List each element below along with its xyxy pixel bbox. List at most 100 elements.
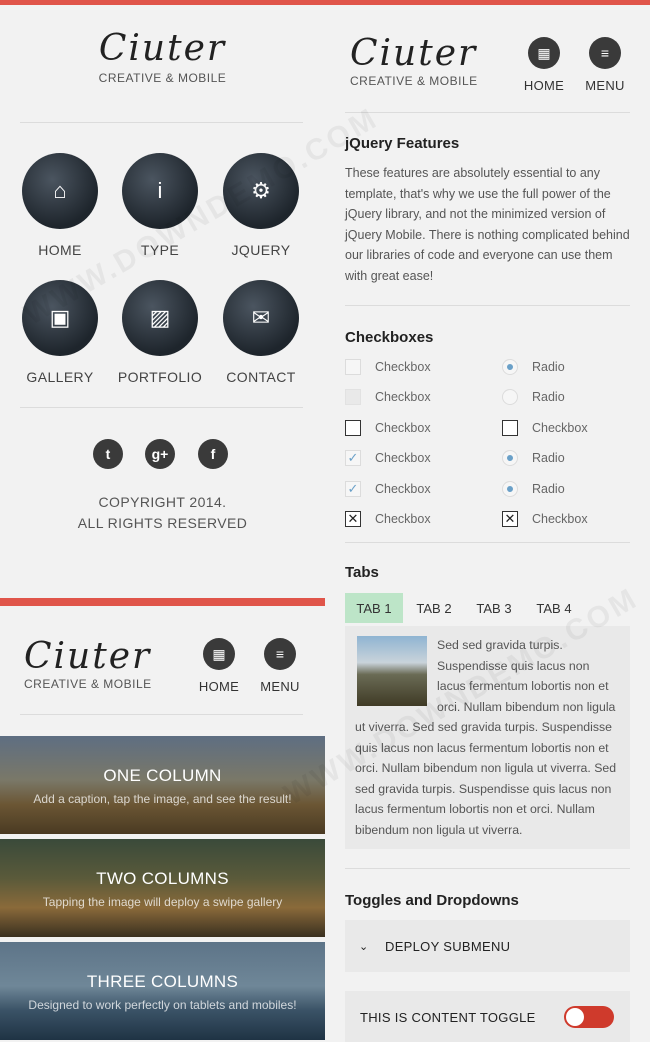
menu-nav-button[interactable]: ≡ MENU <box>573 37 637 93</box>
logo-tagline: CREATIVE & MOBILE <box>350 74 478 88</box>
checkbox-row[interactable]: Checkbox <box>345 389 431 405</box>
checkbox[interactable] <box>502 420 518 436</box>
divider <box>345 542 630 543</box>
menu-logo[interactable]: Ciuter CREATIVE & MOBILE <box>0 28 325 85</box>
gear-icon: ⚙ <box>223 153 299 229</box>
twitter-icon[interactable]: t <box>93 439 123 469</box>
content-toggle-switch[interactable] <box>564 1006 614 1028</box>
copyright: COPYRIGHT 2014. ALL RIGHTS RESERVED <box>0 492 325 534</box>
hamburger-icon: ≡ <box>589 37 621 69</box>
checkbox-row[interactable]: ✓ Checkbox <box>345 481 431 497</box>
grid-icon: ▦ <box>203 638 235 670</box>
hero-three-columns[interactable]: THREE COLUMNS Designed to work perfectly… <box>0 942 325 1040</box>
hero-caption: Designed to work perfectly on tablets an… <box>28 998 297 1012</box>
option-label: Checkbox <box>375 360 431 374</box>
menu-tile-type[interactable]: i TYPE <box>110 153 210 258</box>
home-nav-label: HOME <box>198 679 240 694</box>
menu-tile-label: GALLERY <box>26 369 94 385</box>
radio-button[interactable] <box>502 359 518 375</box>
radio-button[interactable] <box>502 450 518 466</box>
logo-tagline: CREATIVE & MOBILE <box>24 677 152 691</box>
logo-tagline: CREATIVE & MOBILE <box>98 71 227 85</box>
google-plus-icon[interactable]: g+ <box>145 439 175 469</box>
option-label: Checkbox <box>375 482 431 496</box>
jquery-features-title: jQuery Features <box>345 135 460 152</box>
divider <box>20 714 303 715</box>
mail-icon: ✉ <box>223 280 299 356</box>
menu-tile-label: PORTFOLIO <box>117 369 203 385</box>
menu-tile-jquery[interactable]: ⚙ JQUERY <box>211 153 311 258</box>
checkbox[interactable] <box>345 359 361 375</box>
home-nav-label: HOME <box>523 78 565 93</box>
radio-row[interactable]: Radio <box>502 359 565 375</box>
tab-3[interactable]: TAB 3 <box>465 593 523 623</box>
home-nav-button[interactable]: ▦ HOME <box>187 638 251 694</box>
camera-icon: ▣ <box>22 280 98 356</box>
option-label: Radio <box>532 360 565 374</box>
checkbox-row[interactable]: ✕ Checkbox <box>502 511 588 527</box>
toggles-title: Toggles and Dropdowns <box>345 892 519 909</box>
divider <box>345 305 630 306</box>
divider <box>345 112 630 113</box>
radio-row[interactable]: Radio <box>502 450 565 466</box>
radio-row[interactable]: Radio <box>502 481 565 497</box>
tab-panel-text: Sed sed gravida turpis. Suspendisse quis… <box>355 635 620 840</box>
home-icon: ⌂ <box>22 153 98 229</box>
hero-two-columns[interactable]: TWO COLUMNS Tapping the image will deplo… <box>0 839 325 937</box>
checkbox[interactable] <box>345 389 361 405</box>
content-toggle-row[interactable]: THIS IS CONTENT TOGGLE <box>345 991 630 1042</box>
jquery-features-body: These features are absolutely essential … <box>345 166 630 283</box>
checkbox-row[interactable]: ✓ Checkbox <box>345 450 431 466</box>
menu-tile-label: TYPE <box>140 242 180 258</box>
checkbox[interactable]: ✓ <box>345 481 361 497</box>
image-icon: ▨ <box>122 280 198 356</box>
chevron-down-icon: ⌄ <box>359 940 369 953</box>
tab-4[interactable]: TAB 4 <box>525 593 583 623</box>
top-accent-bar <box>0 0 650 5</box>
divider <box>20 407 303 408</box>
menu-tile-label: CONTACT <box>226 369 296 385</box>
checkbox-row[interactable]: Checkbox <box>502 420 588 436</box>
home-nav-button[interactable]: ▦ HOME <box>512 37 576 93</box>
menu-tile-home[interactable]: ⌂ HOME <box>10 153 110 258</box>
divider <box>345 868 630 869</box>
header-logo[interactable]: Ciuter CREATIVE & MOBILE <box>24 636 152 691</box>
option-label: Checkbox <box>375 390 431 404</box>
checkbox[interactable] <box>345 420 361 436</box>
checkbox-row[interactable]: Checkbox <box>345 420 431 436</box>
option-label: Checkbox <box>375 512 431 526</box>
checkbox-row[interactable]: Checkbox <box>345 359 431 375</box>
option-label: Radio <box>532 451 565 465</box>
logo-wordmark: Ciuter <box>350 33 478 74</box>
radio-row[interactable]: Radio <box>502 389 565 405</box>
content-toggle-label: THIS IS CONTENT TOGGLE <box>360 1009 536 1025</box>
menu-tile-contact[interactable]: ✉ CONTACT <box>211 280 311 385</box>
radio-button[interactable] <box>502 481 518 497</box>
facebook-icon[interactable]: f <box>198 439 228 469</box>
checkboxes-title: Checkboxes <box>345 329 434 346</box>
menu-nav-button[interactable]: ≡ MENU <box>248 638 312 694</box>
checkbox[interactable]: ✓ <box>345 450 361 466</box>
option-label: Radio <box>532 482 565 496</box>
checkbox-row[interactable]: ✕ Checkbox <box>345 511 431 527</box>
copyright-line-2: ALL RIGHTS RESERVED <box>77 515 248 531</box>
tab-2[interactable]: TAB 2 <box>405 593 463 623</box>
checkbox[interactable]: ✕ <box>345 511 361 527</box>
hero-one-column[interactable]: ONE COLUMN Add a caption, tap the image,… <box>0 736 325 834</box>
radio-button[interactable] <box>502 389 518 405</box>
tab-1[interactable]: TAB 1 <box>345 593 403 623</box>
copyright-line-1: COPYRIGHT 2014. <box>98 494 227 510</box>
header-logo[interactable]: Ciuter CREATIVE & MOBILE <box>350 33 478 88</box>
checkbox[interactable]: ✕ <box>502 511 518 527</box>
grid-icon: ▦ <box>528 37 560 69</box>
option-label: Checkbox <box>532 512 588 526</box>
menu-tile-gallery[interactable]: ▣ GALLERY <box>10 280 110 385</box>
tab-panel: Sed sed gravida turpis. Suspendisse quis… <box>345 626 630 849</box>
menu-tile-portfolio[interactable]: ▨ PORTFOLIO <box>110 280 210 385</box>
deploy-submenu-dropdown[interactable]: ⌄ DEPLOY SUBMENU <box>345 920 630 972</box>
hero-title: THREE COLUMNS <box>86 972 239 991</box>
option-label: Radio <box>532 390 565 404</box>
hero-caption: Add a caption, tap the image, and see th… <box>33 792 292 806</box>
option-label: Checkbox <box>375 421 431 435</box>
divider <box>20 122 303 123</box>
